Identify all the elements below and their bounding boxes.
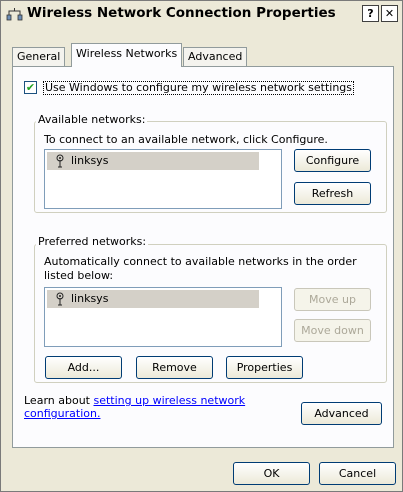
available-networks-legend: Available networks: [36,113,148,126]
tab-wireless-networks[interactable]: Wireless Networks [71,43,183,67]
preferred-networks-legend: Preferred networks: [36,235,149,248]
preferred-network-item[interactable]: linksys [47,290,259,308]
preferred-networks-list[interactable]: linksys [44,287,282,347]
use-windows-checkbox[interactable]: ✔ [24,81,37,94]
wireless-antenna-icon [56,292,64,306]
move-up-button[interactable]: Move up [294,288,371,311]
wireless-antenna-icon [56,154,64,168]
available-network-item[interactable]: linksys [47,152,259,170]
remove-button[interactable]: Remove [136,356,213,379]
properties-dialog: Wireless Network Connection Properties ?… [0,0,403,492]
window-title: Wireless Network Connection Properties [27,5,336,21]
tab-advanced[interactable]: Advanced [183,47,248,66]
configure-button[interactable]: Configure [294,149,371,172]
properties-button[interactable]: Properties [226,356,303,379]
available-network-name: linksys [71,154,109,167]
add-button[interactable]: Add... [45,356,122,379]
help-button[interactable]: ? [362,5,379,22]
preferred-networks-description: Automatically connect to available netwo… [44,255,357,282]
title-bar[interactable]: Wireless Network Connection Properties ?… [1,1,402,27]
tab-general[interactable]: General [12,47,66,66]
use-windows-checkbox-label[interactable]: Use Windows to configure my wireless net… [43,81,355,95]
learn-about-text: Learn about setting up wireless network … [24,394,284,420]
network-connection-icon [6,8,23,21]
available-networks-list[interactable]: linksys [44,149,282,209]
advanced-button[interactable]: Advanced [301,402,382,425]
preferred-network-name: linksys [71,292,109,305]
ok-button[interactable]: OK [233,462,310,485]
learn-about-prefix: Learn about [24,394,94,407]
close-button[interactable]: ✕ [381,5,398,22]
cancel-button[interactable]: Cancel [319,462,396,485]
refresh-button[interactable]: Refresh [294,182,371,205]
move-down-button[interactable]: Move down [294,319,371,342]
available-networks-description: To connect to an available network, clic… [44,133,328,146]
